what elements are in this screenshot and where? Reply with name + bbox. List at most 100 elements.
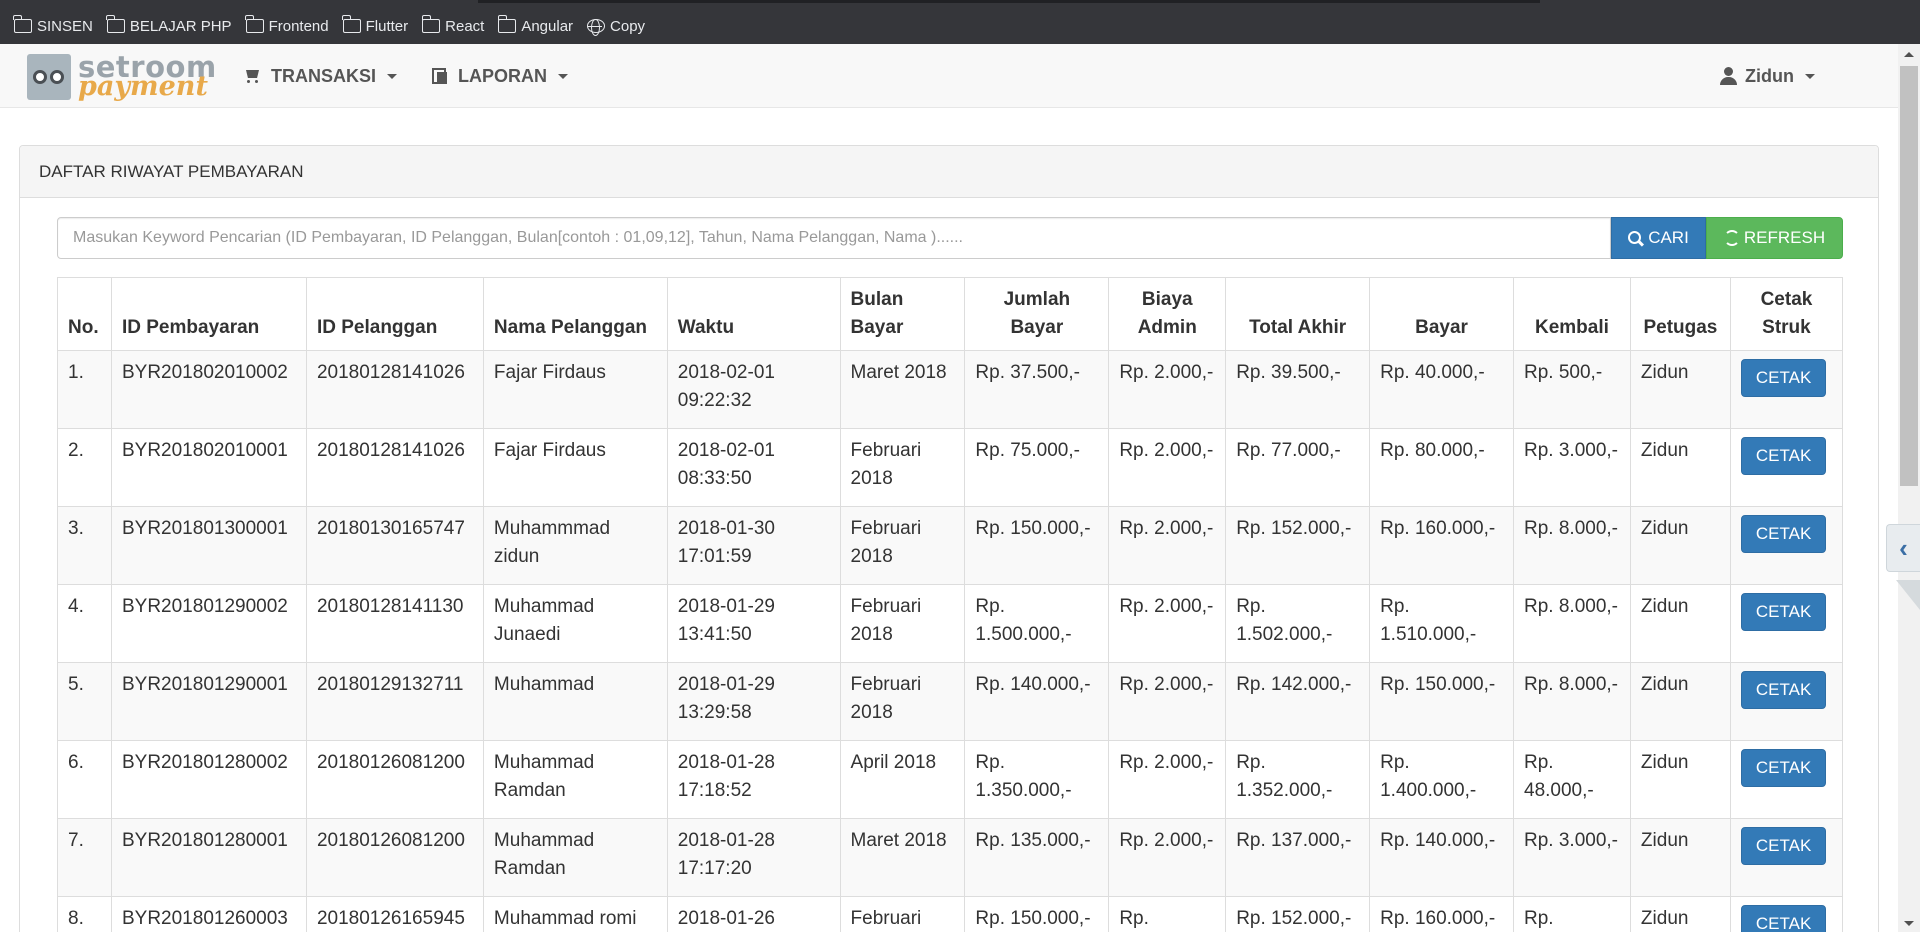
user-menu[interactable]: Zidun: [1720, 44, 1815, 108]
refresh-button-label: REFRESH: [1743, 228, 1826, 247]
search-input[interactable]: [57, 217, 1611, 259]
col-header-nama-pelanggan: Nama Pelanggan: [482, 277, 668, 351]
scroll-up-arrow-icon[interactable]: [1904, 52, 1914, 57]
caret-down-icon: [387, 73, 398, 79]
cell-bulan-bayar: Maret 2018: [839, 818, 966, 897]
cell-bayar: Rp. 140.000,-: [1369, 818, 1514, 897]
search-button[interactable]: CARI: [1611, 217, 1706, 259]
cell-petugas: Zidun: [1629, 428, 1731, 507]
cell-id-pelanggan: 20180126165945: [305, 896, 484, 932]
tab-strip-edge: [478, 0, 1540, 3]
bookmark-label: Flutter: [365, 17, 409, 35]
cell-bayar: Rp. 1.510.000,-: [1369, 584, 1514, 663]
navbar: setroom payment TRANSAKSI LAPORAN Zidun: [0, 44, 1898, 108]
menu-transaksi[interactable]: TRANSAKSI: [244, 44, 398, 108]
table-row: 6. BYR201801280002 20180126081200 Muhammad …: [57, 740, 1844, 819]
print-receipt-button[interactable]: CETAK: [1740, 437, 1827, 475]
cell-id-pelanggan: 20180128141130: [305, 584, 484, 663]
table-row: 5. BYR201801290001 20180129132711 Muhammad 2…: [57, 662, 1844, 741]
cell-total-akhir: Rp. 137.000,-: [1225, 818, 1371, 897]
cell-id-pembayaran: BYR201802010001: [110, 428, 307, 507]
table-row: 8. BYR201801260003 20180126165945 Muhammad …: [57, 896, 1844, 932]
cell-waktu: 2018-02-01 09:22:32: [666, 350, 841, 429]
scrollbar-thumb[interactable]: [1900, 66, 1918, 486]
cell-jumlah-bayar: Rp. 37.500,-: [964, 350, 1110, 429]
cell-bayar: Rp. 80.000,-: [1369, 428, 1514, 507]
menu-transaksi-label: TRANSAKSI: [271, 65, 377, 86]
folder-icon: [244, 15, 264, 33]
cell-bulan-bayar: Februari 2018: [839, 428, 966, 507]
cell-biaya-admin: Rp. 2.000,-: [1108, 740, 1227, 819]
cell-petugas: Zidun: [1629, 584, 1731, 663]
folder-icon: [497, 15, 517, 33]
side-panel-toggle[interactable]: ‹: [1886, 524, 1920, 572]
cell-bulan-bayar: Februari: [839, 896, 966, 932]
bookmark-label: Angular: [521, 17, 574, 35]
refresh-icon: [1723, 230, 1740, 246]
print-receipt-button[interactable]: CETAK: [1740, 671, 1827, 709]
cell-kembali: Rp. 8.000,-: [1513, 584, 1631, 663]
globe-icon: [587, 19, 606, 36]
print-receipt-button[interactable]: CETAK: [1740, 749, 1827, 787]
cell-waktu: 2018-01-28 17:17:20: [666, 818, 841, 897]
panel-title: DAFTAR RIWAYAT PEMBAYARAN: [20, 146, 1878, 198]
col-header-bayar: Bayar: [1369, 277, 1514, 351]
caret-down-icon: [558, 73, 568, 79]
cell-no: 7.: [57, 818, 112, 897]
cell-biaya-admin: Rp. 2.000,-: [1108, 662, 1227, 741]
cell-id-pembayaran: BYR201801280002: [110, 740, 307, 819]
bookmark-angular[interactable]: Angular: [497, 0, 574, 44]
bookmark-react[interactable]: React: [421, 0, 484, 44]
print-receipt-button[interactable]: CETAK: [1740, 593, 1827, 631]
bookmark-label: SINSEN: [37, 17, 93, 35]
cell-waktu: 2018-01-28 17:18:52: [666, 740, 841, 819]
refresh-button[interactable]: REFRESH: [1706, 217, 1843, 259]
bookmark-copy[interactable]: Copy: [587, 0, 645, 44]
cell-cetak-struk: CETAK: [1729, 506, 1844, 585]
cell-waktu: 2018-01-29 13:29:58: [666, 662, 841, 741]
brand-logo[interactable]: setroom payment: [27, 50, 216, 102]
cell-nama-pelanggan: Muhammad Ramdan: [482, 818, 668, 897]
cell-total-akhir: Rp. 152.000,-: [1225, 896, 1371, 932]
bookmark-label: Frontend: [268, 17, 329, 35]
print-receipt-button[interactable]: CETAK: [1740, 515, 1827, 553]
cell-jumlah-bayar: Rp. 1.500.000,-: [964, 584, 1110, 663]
cell-jumlah-bayar: Rp. 75.000,-: [964, 428, 1110, 507]
table-row: 7. BYR201801280001 20180126081200 Muhammad …: [57, 818, 1844, 897]
print-receipt-button[interactable]: CETAK: [1740, 905, 1827, 932]
print-receipt-button[interactable]: CETAK: [1740, 359, 1827, 397]
menu-laporan[interactable]: LAPORAN: [432, 44, 568, 108]
cell-kembali: Rp. 500,-: [1513, 350, 1631, 429]
cell-kembali: Rp. 8.000,-: [1513, 506, 1631, 585]
cell-cetak-struk: CETAK: [1729, 662, 1844, 741]
shopping-cart-icon: [244, 69, 261, 83]
cell-petugas: Zidun: [1629, 506, 1731, 585]
bookmark-belajar-php[interactable]: BELAJAR PHP: [106, 0, 232, 44]
cell-jumlah-bayar: Rp. 140.000,-: [964, 662, 1110, 741]
bookmarks-bar: SINSEN BELAJAR PHP Frontend Flutter Reac…: [0, 0, 1920, 44]
cell-petugas: Zidun: [1629, 740, 1731, 819]
copy-icon: [432, 67, 448, 85]
cell-petugas: Zidun: [1629, 896, 1731, 932]
cell-nama-pelanggan: Muhammad: [482, 662, 668, 741]
bookmark-flutter[interactable]: Flutter: [342, 0, 409, 44]
cell-bayar: Rp. 40.000,-: [1369, 350, 1514, 429]
cell-cetak-struk: CETAK: [1729, 350, 1844, 429]
cell-nama-pelanggan: Fajar Firdaus: [482, 350, 668, 429]
bookmark-frontend[interactable]: Frontend: [244, 0, 329, 44]
table-row: 4. BYR201801290002 20180128141130 Muhammad …: [57, 584, 1844, 663]
cell-biaya-admin: Rp. 2.000,-: [1108, 818, 1227, 897]
cell-jumlah-bayar: Rp. 150.000,-: [964, 506, 1110, 585]
col-header-petugas: Petugas: [1629, 277, 1731, 351]
search-bar: CARI REFRESH: [57, 217, 1843, 259]
print-receipt-button[interactable]: CETAK: [1740, 827, 1827, 865]
bookmark-sinsen[interactable]: SINSEN: [13, 0, 93, 44]
bookmark-label: Copy: [610, 17, 646, 35]
cell-bulan-bayar: Februari 2018: [839, 584, 966, 663]
cell-petugas: Zidun: [1629, 350, 1731, 429]
scroll-down-arrow-icon[interactable]: [1904, 921, 1914, 926]
cell-petugas: Zidun: [1629, 662, 1731, 741]
cell-total-akhir: Rp. 142.000,-: [1225, 662, 1371, 741]
cell-biaya-admin: Rp. 2.000,-: [1108, 584, 1227, 663]
page-scrollbar[interactable]: [1898, 44, 1920, 932]
